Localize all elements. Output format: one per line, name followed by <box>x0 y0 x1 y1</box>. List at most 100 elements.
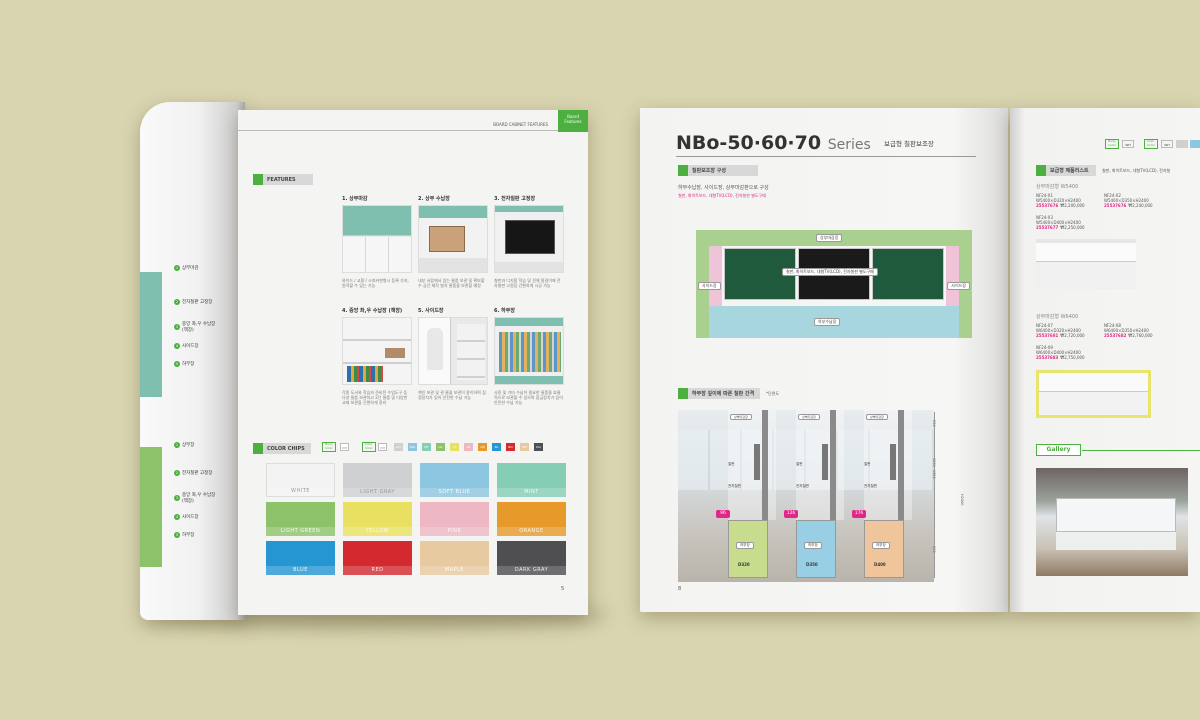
depth-board: 칠판 <box>864 462 871 466</box>
color-swatch: WH <box>378 443 387 451</box>
price-code: 25537676 <box>1104 203 1127 208</box>
number-badge: 1 <box>174 265 180 271</box>
gallery-photo <box>1036 468 1188 576</box>
depth-eboard: 전자칠판 <box>728 484 741 488</box>
diagram-left-label: 사이드장 <box>698 282 721 290</box>
color-chip-label: MINT <box>497 488 566 497</box>
color-chip: YELLOW <box>343 502 412 536</box>
spine-item: 3 중앙 좌,우 수납장 (책장) <box>174 492 222 504</box>
third-wh-2: WH <box>1161 140 1173 148</box>
color-chip: ORANGE <box>497 502 566 536</box>
price-code: 25537682 <box>1104 333 1127 338</box>
depth-card: 상부마감장 칠판 전자칠판 176 하부장 D400 <box>852 410 919 582</box>
color-swatch: MP <box>520 443 529 451</box>
feature-label: 6. 하부장 <box>494 308 515 314</box>
number-badge: 5 <box>174 361 180 367</box>
price: ₩2,250,000 <box>1060 225 1085 230</box>
gap-badge: 96 <box>716 510 730 518</box>
page-number: 5 <box>561 586 565 592</box>
spine-item: 4 사이드장 <box>174 343 222 349</box>
diagram-top-label: 상부마감장 <box>816 234 843 242</box>
diagram-bottom-label: 하부수납장 <box>814 318 841 326</box>
color-chip-label: YELLOW <box>343 527 412 536</box>
color-chip: MAPLE <box>420 541 489 575</box>
depth-value: D400 <box>874 562 886 567</box>
color-chip-label: ORANGE <box>497 527 566 536</box>
color-swatch: SBL <box>408 443 417 451</box>
number-badge: 3 <box>174 324 180 330</box>
section1-heading: 칠판보조장 구성 <box>678 165 758 176</box>
price: ₩2,720,000 <box>1060 333 1085 338</box>
spine-item-label: 전자칠판 고정장 <box>182 300 213 305</box>
feature-photo <box>342 205 412 273</box>
color-chip-label: SOFT BLUE <box>420 488 489 497</box>
group1-cabinet-image <box>1036 239 1136 289</box>
body-color-badge: Body Color <box>322 442 336 452</box>
gallery-rule <box>1082 450 1200 451</box>
price: ₩2,760,000 <box>1128 333 1153 338</box>
color-chip: MINT <box>497 463 566 497</box>
number-badge: 4 <box>174 514 180 520</box>
diagram-board-label: 칠판, 화이트보드, 대형TV(LCD), 전자칠판 별도구매 <box>782 268 878 276</box>
header-tab: Board Features <box>558 110 588 132</box>
product-price-row: 25537676 ₩2,240,000 <box>1104 203 1153 208</box>
color-chip-label: PINK <box>420 527 489 536</box>
depth-eboard: 전자칠판 <box>796 484 809 488</box>
depth-eboard: 전자칠판 <box>864 484 877 488</box>
product-price-row: 25537682 ₩2,760,000 <box>1104 333 1153 338</box>
spine-item-label: 하부장 <box>182 533 195 538</box>
color-chip-label: WHITE <box>267 487 334 496</box>
product-list-heading: 보급형 제품리스트 <box>1036 165 1096 176</box>
spine-item-label: 사이드장 <box>182 344 199 349</box>
depth-base: 하부장 <box>736 542 754 549</box>
section2-note: *단면도 <box>766 391 780 396</box>
product-list-desc: 칠판, 화이트보드, 대형TV(LCD), 전자칠 <box>1102 168 1171 173</box>
third-door-color-badge: Door Color <box>1144 139 1158 149</box>
number-badge: 2 <box>174 299 180 305</box>
spine-item: 1 상부마감 <box>174 265 222 271</box>
series-subtitle: 보급형 칠판보조장 <box>884 140 934 148</box>
third-body-color-badge: Body Color <box>1105 139 1119 149</box>
color-swatch: WH <box>340 443 349 451</box>
price: ₩2,240,000 <box>1128 203 1153 208</box>
feature-desc: 책인 보관 및 관 물을 보관이 용이하며 집정장치가 있어 안전한 수납 가능 <box>418 390 486 401</box>
color-chip: BLUE <box>266 541 335 575</box>
section2-heading: 하부장 깊이에 따른 칠판 간격 <box>678 388 760 399</box>
feature-label: 5. 사이드장 <box>418 308 444 314</box>
board-diagram: 상부마감장 칠판, 화이트보드, 대형TV(LCD), 전자칠판 별도구매 사이… <box>696 230 972 338</box>
gallery-heading: Gallery <box>1036 444 1081 456</box>
color-chip: PINK <box>420 502 489 536</box>
color-chips-heading: COLOR CHIPS <box>253 443 311 454</box>
color-swatch: YL <box>450 443 459 451</box>
depth-base: 하부장 <box>804 542 822 549</box>
color-chip-label: LIGHT GREEN <box>266 527 335 536</box>
color-swatch: LG <box>436 443 445 451</box>
diagram-right-label: 사이드장 <box>947 282 970 290</box>
spine-item-label: 사이드장 <box>182 515 199 520</box>
spine-item: 5 하부장 <box>174 532 222 538</box>
spine-item-label: 중앙 좌,우 수납장 (책장) <box>182 493 216 504</box>
feature-label: 1. 상부마감 <box>342 196 368 202</box>
feature-photo <box>418 317 488 385</box>
feature-photo <box>342 317 412 385</box>
group1-title: 상부마감형 W5400 <box>1036 184 1079 190</box>
left-page: BOARD CABINET FEATURES Board Features FE… <box>238 110 588 615</box>
number-badge: 2 <box>174 470 180 476</box>
number-badge: 3 <box>174 495 180 501</box>
price: ₩2,750,000 <box>1060 355 1085 360</box>
price-code: 25537681 <box>1036 333 1059 338</box>
feature-desc: 사용 및 기타 수납이 필요한 물품을 효율적으로 보관할 수 있으며 잠금장치… <box>494 390 563 406</box>
price-code: 25537683 <box>1036 355 1059 360</box>
gap-badge: 126 <box>784 510 798 518</box>
chalkboard-right <box>872 248 944 300</box>
depth-top-tag: 상부마감장 <box>730 414 752 420</box>
third-wh-1: WH <box>1122 140 1134 148</box>
spine-item-label: 중앙 좌,우 수납장 (책장) <box>182 322 216 333</box>
spine-item: 3 중앙 좌,우 수납장 (책장) <box>174 321 222 333</box>
spine-item: 5 하부장 <box>174 361 222 367</box>
color-swatch: PK <box>464 443 473 451</box>
color-chip: LIGHT GREEN <box>266 502 335 536</box>
product-price-row: 25537677 ₩2,250,000 <box>1036 225 1085 230</box>
spine-item: 2 전자칠판 고정장 <box>174 299 222 305</box>
color-swatch: OR <box>478 443 487 451</box>
